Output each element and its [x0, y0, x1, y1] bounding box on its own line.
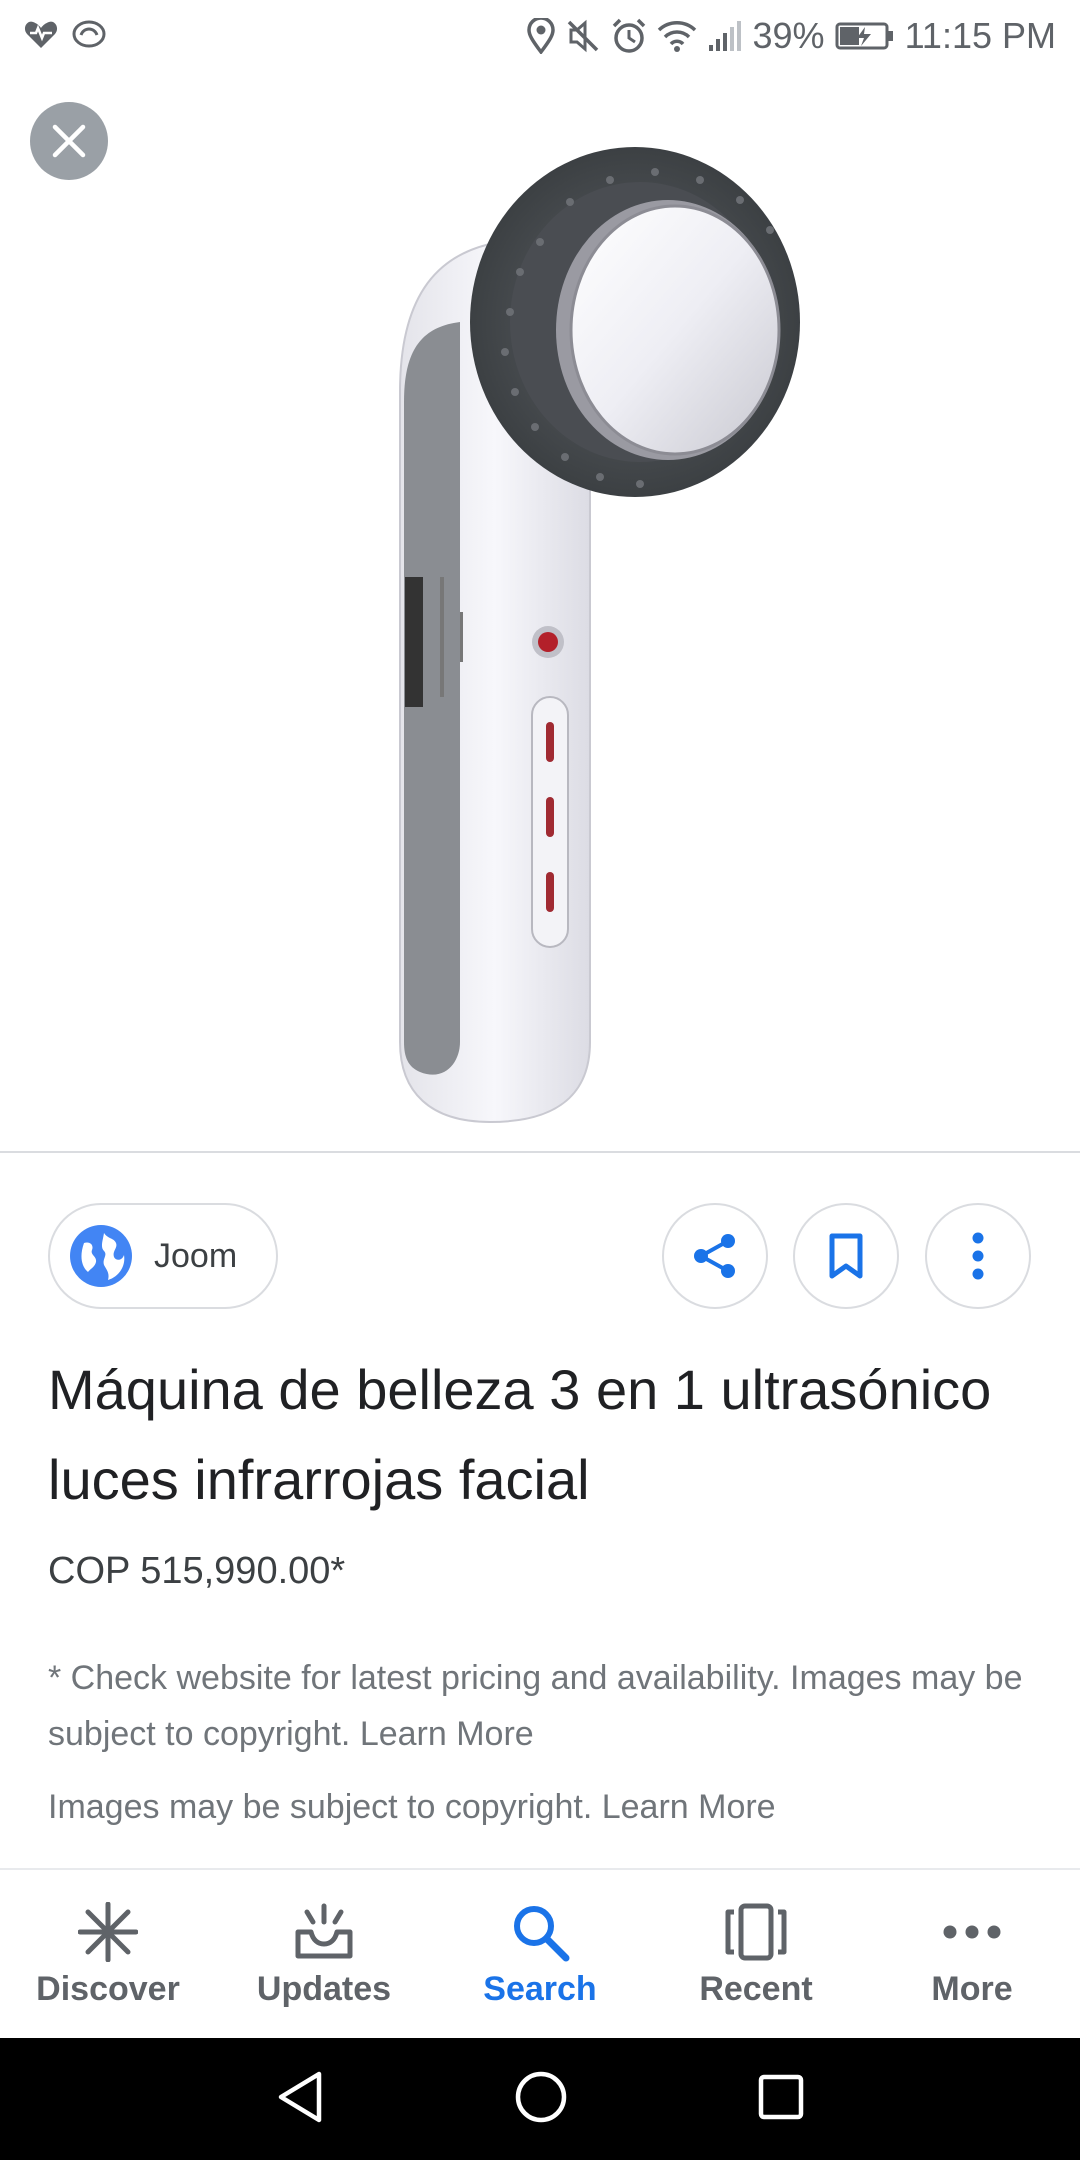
source-chip[interactable]: Joom [48, 1203, 278, 1309]
search-icon [510, 1900, 570, 1964]
product-title: Máquina de belleza 3 en 1 ultrasónico lu… [48, 1358, 992, 1511]
health-heart-icon [24, 19, 58, 54]
overview-button[interactable] [757, 2073, 805, 2126]
nav-item-recent[interactable]: Recent [648, 1870, 864, 2038]
more-vert-icon [972, 1232, 984, 1280]
pricing-disclaimer[interactable]: * Check website for latest pricing and a… [48, 1650, 1038, 1762]
globe-icon [70, 1225, 132, 1287]
inbox-updates-icon [293, 1900, 355, 1964]
product-price: COP 515,990.00* [48, 1550, 346, 1592]
back-button[interactable] [275, 2070, 325, 2129]
product-image [399, 147, 800, 1124]
nav-label-more: More [931, 1969, 1013, 2008]
bottom-navigation: Discover Updates Search Recent More [0, 1868, 1080, 2038]
bookmark-icon [829, 1233, 863, 1279]
nav-item-more[interactable]: More [864, 1870, 1080, 2038]
home-circle-icon [515, 2071, 567, 2122]
battery-percent: 39% [752, 15, 825, 56]
nav-label-updates: Updates [256, 1969, 392, 2008]
share-button[interactable] [662, 1203, 768, 1309]
battery-charging-icon [835, 21, 895, 51]
nav-label-recent: Recent [699, 1969, 813, 2008]
copyright-notice[interactable]: Images may be subject to copyright. Lear… [48, 1788, 776, 1827]
divider [0, 1151, 1080, 1153]
status-bar: 39% 11:15 PM [0, 0, 1080, 72]
more-options-button[interactable] [925, 1203, 1031, 1309]
location-icon [526, 18, 555, 54]
back-triangle-icon [278, 2071, 321, 2122]
share-icon [694, 1234, 735, 1278]
mute-icon [565, 18, 601, 54]
home-button[interactable] [514, 2070, 568, 2129]
nav-item-discover[interactable]: Discover [0, 1870, 216, 2038]
nav-item-updates[interactable]: Updates [216, 1870, 432, 2038]
signal-icon [707, 19, 743, 53]
alarm-icon [611, 18, 647, 54]
close-button[interactable] [30, 102, 108, 180]
asterisk-icon [78, 1900, 138, 1964]
source-name: Joom [154, 1236, 238, 1275]
app-notification-icon [72, 19, 106, 54]
close-icon [52, 124, 86, 158]
overview-square-icon [759, 2074, 804, 2119]
wifi-icon [657, 19, 697, 53]
save-button[interactable] [793, 1203, 899, 1309]
clock: 11:15 PM [904, 15, 1056, 56]
nav-label-discover: Discover [36, 1969, 180, 2008]
more-horiz-icon [942, 1900, 1002, 1964]
system-navigation-bar [0, 2038, 1080, 2160]
nav-label-search: Search [483, 1969, 597, 2008]
nav-item-search[interactable]: Search [432, 1870, 648, 2038]
recent-cards-icon [724, 1900, 788, 1964]
product-image-area [0, 72, 1080, 1152]
